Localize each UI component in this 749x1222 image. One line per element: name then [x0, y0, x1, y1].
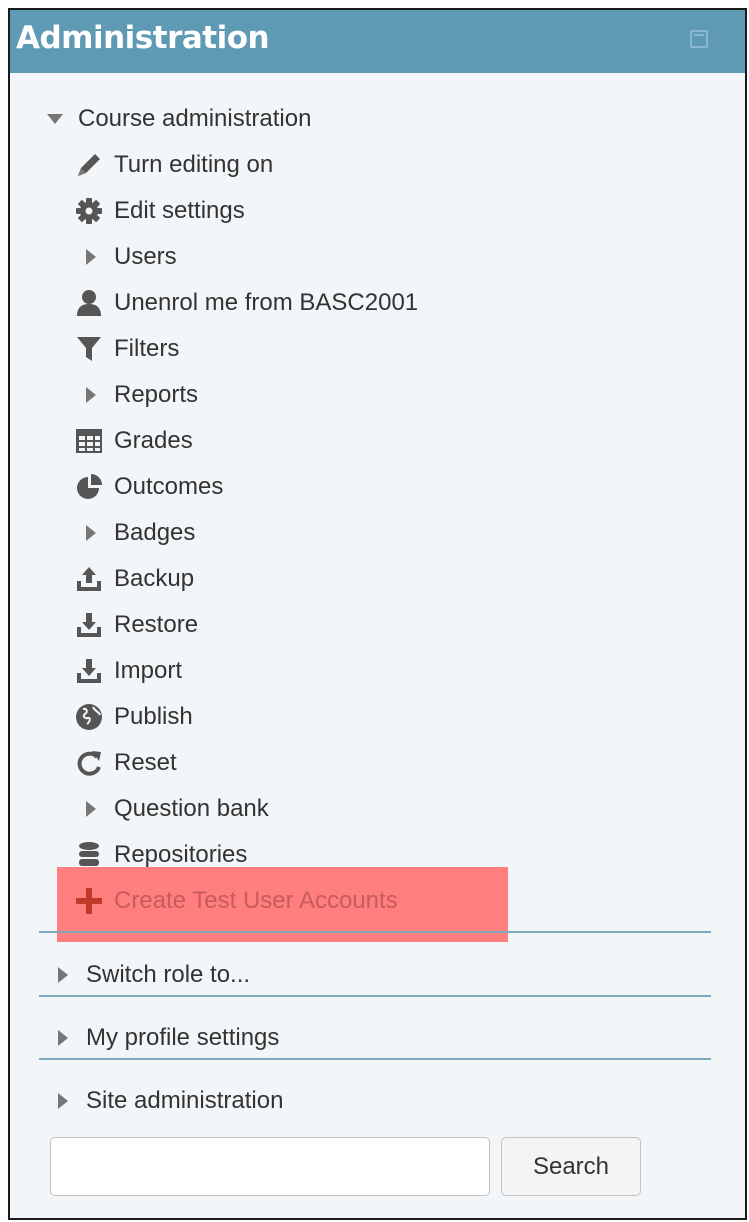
menu-item-grades[interactable]: Grades: [72, 423, 193, 459]
menu-item-label: Reset: [114, 749, 177, 776]
menu-item-reset[interactable]: Reset: [72, 745, 177, 781]
menu-item-unenrol[interactable]: Unenrol me from BASC2001: [72, 285, 418, 321]
upload-icon: [72, 564, 106, 594]
menu-item-turn-editing-on[interactable]: Turn editing on: [72, 147, 273, 183]
menu-item-label: Unenrol me from BASC2001: [114, 289, 419, 316]
collapse-icon[interactable]: [690, 30, 708, 48]
tree-item-users[interactable]: Users: [76, 239, 177, 275]
tree-item-reports[interactable]: Reports: [76, 377, 198, 413]
caret-down-icon: [40, 104, 70, 134]
divider: [39, 1058, 711, 1060]
tree-item-label: Question bank: [114, 795, 269, 822]
block-title: Administration: [16, 20, 270, 56]
menu-item-publish[interactable]: Publish: [72, 699, 193, 735]
menu-item-label: Repositories: [114, 841, 248, 868]
tree-item-label: Badges: [114, 519, 196, 546]
tree-item-my-profile-settings[interactable]: My profile settings: [48, 1020, 279, 1056]
menu-item-import[interactable]: Import: [72, 653, 182, 689]
caret-right-icon: [48, 960, 78, 990]
block-header: Administration: [10, 10, 745, 73]
globe-icon: [72, 702, 106, 732]
tree-item-label: Switch role to...: [86, 961, 251, 988]
menu-item-label: Restore: [114, 611, 199, 638]
database-icon: [72, 840, 106, 870]
search-button[interactable]: Search: [501, 1137, 641, 1196]
outcomes-icon: [72, 472, 106, 502]
tree-item-site-administration[interactable]: Site administration: [48, 1083, 283, 1119]
tree-item-label: Reports: [114, 381, 199, 408]
menu-item-label: Create Test User Accounts: [114, 887, 398, 914]
menu-item-restore[interactable]: Restore: [72, 607, 198, 643]
user-icon: [72, 288, 106, 318]
refresh-icon: [72, 748, 106, 778]
menu-item-label: Edit settings: [114, 197, 245, 224]
tree-item-switch-role[interactable]: Switch role to...: [48, 957, 250, 993]
filter-icon: [72, 334, 106, 364]
pencil-icon: [72, 150, 106, 180]
caret-right-icon: [76, 518, 106, 548]
menu-item-label: Turn editing on: [114, 151, 274, 178]
download-icon: [72, 656, 106, 686]
menu-item-filters[interactable]: Filters: [72, 331, 179, 367]
tree-item-label: Course administration: [78, 105, 312, 132]
gear-icon: [72, 196, 106, 226]
menu-item-label: Backup: [114, 565, 195, 592]
menu-item-label: Filters: [114, 335, 180, 362]
download-icon: [72, 610, 106, 640]
menu-item-label: Import: [114, 657, 183, 684]
tree-item-label: Users: [114, 243, 177, 270]
tree-item-question-bank[interactable]: Question bank: [76, 791, 269, 827]
tree-item-course-administration[interactable]: Course administration: [40, 101, 311, 137]
caret-right-icon: [48, 1023, 78, 1053]
caret-right-icon: [76, 380, 106, 410]
menu-item-label: Outcomes: [114, 473, 224, 500]
caret-right-icon: [76, 794, 106, 824]
menu-item-backup[interactable]: Backup: [72, 561, 194, 597]
caret-right-icon: [76, 242, 106, 272]
administration-block: Administration Course administration Tur…: [8, 8, 747, 1220]
menu-item-label: Publish: [114, 703, 193, 730]
tree-item-label: Site administration: [86, 1087, 284, 1114]
plus-icon: [72, 886, 106, 916]
divider: [39, 931, 711, 933]
caret-right-icon: [48, 1086, 78, 1116]
table-icon: [72, 426, 106, 456]
menu-item-create-test-user-accounts[interactable]: Create Test User Accounts: [72, 883, 398, 919]
search-input[interactable]: [50, 1137, 490, 1196]
menu-item-edit-settings[interactable]: Edit settings: [72, 193, 245, 229]
tree-item-label: My profile settings: [86, 1024, 280, 1051]
menu-item-label: Grades: [114, 427, 193, 454]
menu-item-outcomes[interactable]: Outcomes: [72, 469, 223, 505]
tree-item-badges[interactable]: Badges: [76, 515, 195, 551]
divider: [39, 995, 711, 997]
